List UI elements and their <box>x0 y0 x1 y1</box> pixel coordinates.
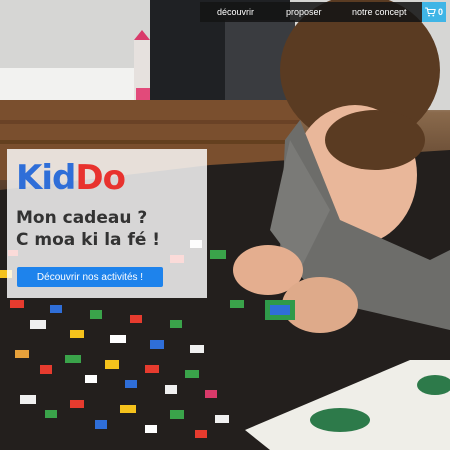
nav-link-proposer[interactable]: proposer <box>286 7 322 17</box>
cart-count-badge: 0 <box>437 7 443 17</box>
tagline-line-2: C moa ki la fé ! <box>16 230 161 250</box>
logo-text-do: Do <box>75 158 126 198</box>
hero-tagline: Mon cadeau ? C moa ki la fé ! <box>16 207 160 251</box>
cart-icon <box>424 7 436 17</box>
top-navigation: découvrir proposer notre concept <box>200 2 422 22</box>
hero-card: KidDo Mon cadeau ? C moa ki la fé ! Déco… <box>7 149 207 298</box>
nav-link-notre-concept[interactable]: notre concept <box>352 7 407 17</box>
kiddo-logo[interactable]: KidDo <box>16 158 126 198</box>
discover-activities-button[interactable]: Découvrir nos activités ! <box>17 267 163 287</box>
logo-text-kid: Kid <box>16 158 76 198</box>
cart-button[interactable]: 0 <box>422 2 446 22</box>
tagline-line-1: Mon cadeau ? <box>16 208 148 228</box>
nav-link-decouvrir[interactable]: découvrir <box>217 7 254 17</box>
